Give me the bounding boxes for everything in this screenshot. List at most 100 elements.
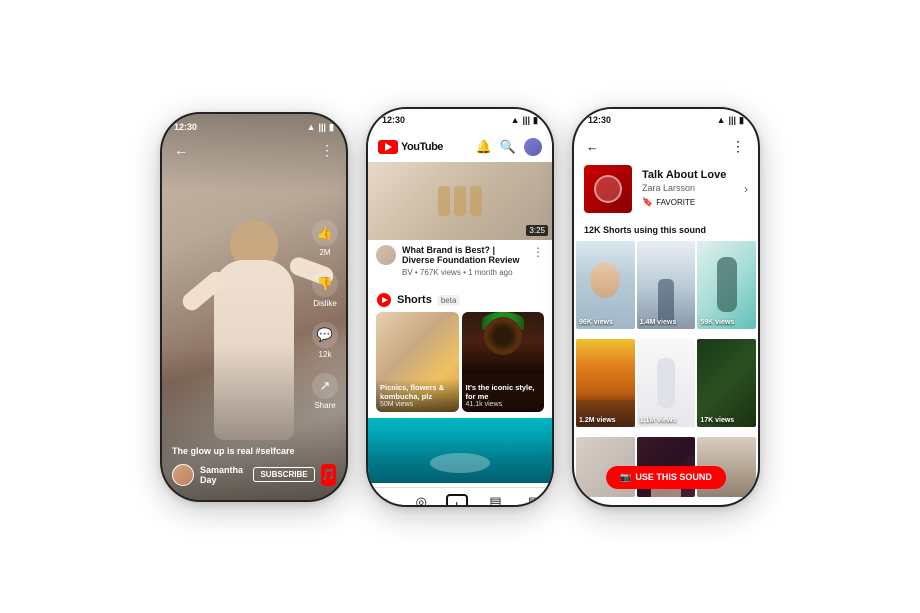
subscriptions-icon: ▤	[489, 494, 501, 504]
favorite-button[interactable]: 🔖 FAVORITE	[642, 197, 734, 208]
like-action[interactable]: 👍 2M	[312, 220, 338, 257]
nav-add[interactable]: +	[439, 494, 475, 504]
skater-figure	[658, 279, 674, 324]
grid-item-1[interactable]: 96K views	[576, 241, 635, 329]
sound-thumb-icon	[594, 175, 622, 203]
phone-2: 12:30 ▲ ||| ▮ YouTube 🔔 🔍	[366, 107, 554, 507]
chevron-right-icon: ›	[744, 182, 748, 196]
phone2-status-bar: 12:30 ▲ ||| ▮	[368, 109, 552, 130]
short-1[interactable]: Picnics, flowers & kombucha, plz 50M vie…	[376, 312, 459, 412]
use-sound-button[interactable]: 📷 USE THIS SOUND	[606, 466, 726, 489]
grid-item-2[interactable]: 1.4M views	[637, 241, 696, 329]
phone3-status-bar: 12:30 ▲ ||| ▮	[574, 109, 758, 130]
favorite-label: FAVORITE	[656, 198, 695, 207]
short-2-title: It's the iconic style, for me	[466, 383, 541, 401]
nav-explore[interactable]: ◎ Explore	[404, 494, 440, 504]
play-triangle	[385, 143, 392, 151]
notification-icon[interactable]: 🔔	[476, 139, 492, 155]
thumbs-up-icon: 👍	[312, 220, 338, 246]
teal-background	[697, 241, 756, 329]
user-avatar[interactable]	[524, 138, 542, 156]
bottle-2	[454, 186, 466, 216]
dislike-action[interactable]: 👎 Dislike	[312, 271, 338, 308]
phone2-screen: 12:30 ▲ ||| ▮ YouTube 🔔 🔍	[368, 109, 552, 505]
add-icon: +	[446, 494, 468, 504]
video-card[interactable]: 3:25 What Brand is Best? | Diverse Found…	[368, 162, 552, 283]
library-icon: ▤	[528, 494, 540, 504]
grid-item-3[interactable]: 59K views	[697, 241, 756, 329]
shorts-grid: 96K views 1.4M views 59K views	[574, 241, 758, 505]
shorts-logo-icon	[376, 292, 392, 308]
shorts-label: Shorts	[397, 294, 432, 306]
status-time: 12:30	[174, 122, 197, 132]
sunset-background	[576, 339, 635, 427]
video-thumbnail: 3:25	[368, 162, 552, 240]
white-figure	[657, 358, 675, 408]
face-shape	[590, 262, 620, 298]
phone-3: 12:30 ▲ ||| ▮ ← ⋮ Talk About Love Za	[572, 107, 760, 507]
nav-library[interactable]: ▤ Library	[517, 494, 552, 504]
shorts-row: Picnics, flowers & kombucha, plz 50M vie…	[368, 312, 552, 418]
long-video-thumbnail	[368, 418, 552, 483]
grid-views-5: 1.1M views	[640, 417, 677, 424]
video-more-button[interactable]: ⋮	[532, 245, 544, 259]
video-meta: What Brand is Best? | Diverse Foundation…	[402, 245, 526, 278]
grid-item-4[interactable]: 1.2M views	[576, 339, 635, 427]
shorts-header: Shorts beta	[368, 286, 552, 312]
comments-action[interactable]: 💬 12k	[312, 322, 338, 359]
phone1-bottom: The glow up is real #selfcare Samantha D…	[162, 438, 346, 500]
share-label: Share	[314, 401, 335, 410]
song-title: Talk About Love	[642, 169, 734, 181]
sound-header: ← ⋮	[574, 130, 758, 159]
sound-details: Talk About Love Zara Larsson 🔖 FAVORITE	[642, 169, 734, 208]
user-avatar	[172, 464, 194, 486]
phone-1: 12:30 ▲ ||| ▮ ← ⋮ 👍 2M 👎 Dislike	[160, 112, 348, 502]
share-action[interactable]: ↗ Share	[312, 373, 338, 410]
sound-info: Talk About Love Zara Larsson 🔖 FAVORITE …	[574, 159, 758, 221]
more-options-button[interactable]: ⋮	[320, 142, 334, 159]
bottom-nav: ⌂ Home ◎ Explore + ▤ Subscriptions	[368, 487, 552, 504]
battery-icon: ▮	[329, 122, 334, 133]
status-icons: ▲ ||| ▮	[511, 115, 538, 126]
search-icon[interactable]: 🔍	[500, 139, 516, 155]
nav-subscriptions[interactable]: ▤ Subscriptions	[475, 494, 517, 504]
battery-icon: ▮	[739, 115, 744, 126]
explore-icon: ◎	[416, 494, 427, 504]
teal-person	[717, 257, 737, 312]
phone1-screen: 12:30 ▲ ||| ▮ ← ⋮ 👍 2M 👎 Dislike	[162, 114, 346, 500]
short-2[interactable]: It's the iconic style, for me 41.1k view…	[462, 312, 545, 412]
back-button[interactable]: ←	[174, 142, 188, 158]
wifi-icon: ▲	[511, 115, 520, 125]
more-options-button[interactable]: ⋮	[731, 138, 746, 155]
grid-item-6[interactable]: 17K views	[697, 339, 756, 427]
long-video-card[interactable]	[368, 418, 552, 483]
share-icon: ↗	[312, 373, 338, 399]
grid-skater-bg	[637, 241, 696, 329]
nav-home[interactable]: ⌂ Home	[368, 494, 404, 504]
grid-views-6: 17K views	[700, 417, 734, 424]
grid-views-3: 59K views	[700, 319, 734, 326]
youtube-logo-text: YouTube	[401, 141, 443, 153]
comment-icon: 💬	[312, 322, 338, 348]
phone1-actions: 👍 2M 👎 Dislike 💬 12k ↗ Share	[312, 220, 338, 410]
camera-icon: 📷	[620, 472, 631, 483]
youtube-header: YouTube 🔔 🔍	[368, 130, 552, 162]
signal-icon: |||	[522, 115, 530, 125]
grid-views-4: 1.2M views	[579, 417, 616, 424]
grid-item-5[interactable]: 1.1M views	[637, 339, 696, 427]
short-1-title: Picnics, flowers & kombucha, plz	[380, 383, 455, 401]
music-button[interactable]: 🎵	[321, 464, 336, 486]
signal-icon: |||	[728, 115, 736, 125]
channel-avatar	[376, 245, 396, 265]
user-row: Samantha Day SUBSCRIBE 🎵	[172, 464, 336, 486]
bookmark-icon: 🔖	[642, 197, 653, 208]
back-button[interactable]: ←	[586, 139, 599, 154]
white-person-bg	[637, 339, 696, 427]
like-count: 2M	[319, 248, 330, 257]
thumbs-down-icon: 👎	[312, 271, 338, 297]
phone3-screen: 12:30 ▲ ||| ▮ ← ⋮ Talk About Love Za	[574, 109, 758, 505]
wifi-icon: ▲	[717, 115, 726, 125]
status-time: 12:30	[588, 115, 611, 125]
nature-background	[697, 339, 756, 427]
subscribe-button[interactable]: SUBSCRIBE	[253, 467, 314, 482]
